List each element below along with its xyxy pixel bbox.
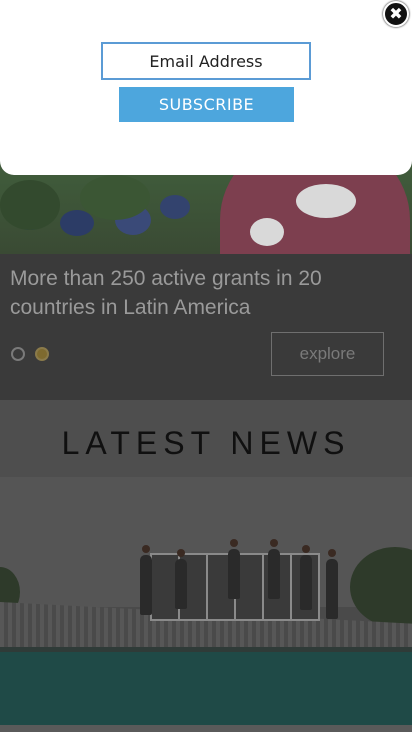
next-item-edge <box>0 725 412 732</box>
carousel-dot-1[interactable] <box>11 347 25 361</box>
subscribe-popup: SUBSCRIBE <box>0 0 412 175</box>
carousel-dot-2[interactable] <box>35 347 49 361</box>
explore-button[interactable]: explore <box>271 332 384 376</box>
hero-caption: More than 250 active grants in 20 countr… <box>10 267 322 319</box>
section-title: LATEST NEWS <box>61 425 351 461</box>
email-field[interactable] <box>101 42 311 80</box>
subscribe-button[interactable]: SUBSCRIBE <box>119 87 294 122</box>
news-image[interactable] <box>0 477 412 725</box>
close-icon[interactable]: ✖ <box>383 1 409 27</box>
